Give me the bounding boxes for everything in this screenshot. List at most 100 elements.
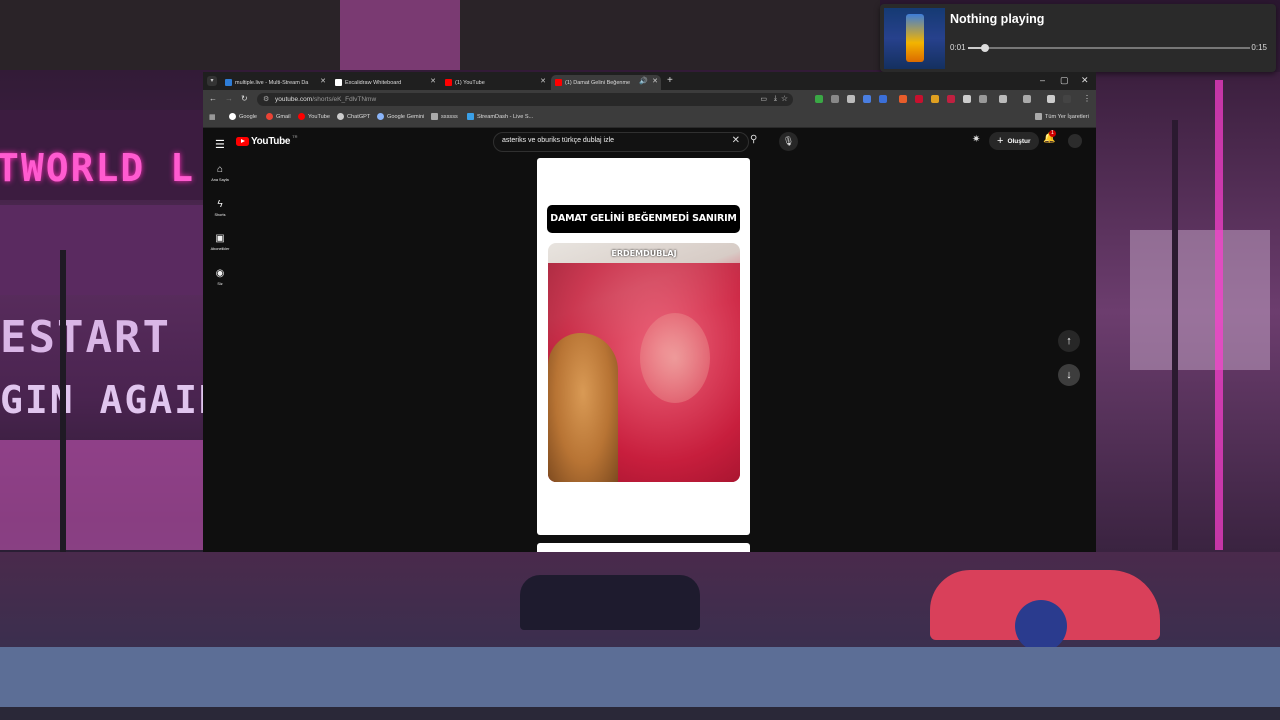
subscriptions-icon: ▣ xyxy=(215,233,225,244)
studio-icon[interactable]: ✷ xyxy=(972,134,980,145)
browser-menu-icon[interactable]: ⋮ xyxy=(1083,94,1091,103)
search-input[interactable]: asteriks ve oburiks türkçe dublaj izle ✕ xyxy=(493,132,749,152)
neon-sign-mid1: ESTART xyxy=(0,312,171,363)
bookmark-label: ChatGPT xyxy=(347,113,371,120)
download-icon[interactable]: ⤓ xyxy=(774,95,777,103)
neon-sign-mid2: GIN AGAIN xyxy=(0,378,224,422)
bookmark-label: Google Gemini xyxy=(387,113,425,120)
close-tab-icon[interactable]: ✕ xyxy=(652,77,658,85)
album-art xyxy=(884,8,945,69)
bookmark-google[interactable]: Google xyxy=(229,113,257,120)
bookmark-gemini[interactable]: Google Gemini xyxy=(377,113,424,120)
notifications-bell-icon[interactable]: 🔔 1 xyxy=(1043,130,1056,144)
site-info-icon[interactable]: ⚙ xyxy=(263,95,269,103)
extension-icon[interactable] xyxy=(947,95,955,103)
media-elapsed: 0:01 xyxy=(950,43,966,52)
sidebar-item-shorts[interactable]: ϟ Shorts xyxy=(203,199,237,217)
extension-icon[interactable] xyxy=(815,95,823,103)
next-short-button[interactable]: ↓ xyxy=(1058,364,1080,386)
forward-button[interactable]: → xyxy=(225,94,233,103)
close-tab-icon[interactable]: ✕ xyxy=(430,77,436,85)
extension-icon[interactable] xyxy=(863,95,871,103)
ublock-icon[interactable] xyxy=(915,95,923,103)
create-button[interactable]: + Oluştur xyxy=(989,132,1039,150)
bookmark-star-icon[interactable]: ☆ xyxy=(781,94,788,103)
close-tab-icon[interactable]: ✕ xyxy=(320,77,326,85)
folder-icon xyxy=(1035,113,1042,120)
speaker-icon[interactable]: 🔊 xyxy=(639,77,648,85)
tab-label: multiple.live - Multi-Stream Da xyxy=(235,79,309,86)
gemini-icon xyxy=(377,113,384,120)
google-icon xyxy=(229,113,236,120)
profile-switch-icon[interactable] xyxy=(1023,95,1031,103)
multiple-live-favicon-icon xyxy=(225,79,232,86)
tab-strip: ▾ multiple.live - Multi-Stream Da ✕ Exca… xyxy=(203,72,1096,90)
browser-window: ▾ multiple.live - Multi-Stream Da ✕ Exca… xyxy=(203,72,1096,552)
maximize-button[interactable]: ▢ xyxy=(1060,75,1069,86)
next-short-preview[interactable] xyxy=(537,543,750,552)
apps-grid-icon[interactable]: ▦ xyxy=(209,113,216,121)
youtube-favicon-icon xyxy=(445,79,452,86)
menu-hamburger-icon[interactable]: ☰ xyxy=(215,138,225,151)
minimize-button[interactable]: – xyxy=(1040,75,1045,85)
all-bookmarks[interactable]: Tüm Yer İşaretleri xyxy=(1035,113,1089,120)
media-progress-knob[interactable] xyxy=(980,44,989,52)
extensions-puzzle-icon[interactable] xyxy=(999,95,1007,103)
sidebar-item-you[interactable]: ◉ Siz xyxy=(203,268,237,286)
tab-search-icon[interactable]: ▾ xyxy=(207,76,217,86)
extension-icon[interactable] xyxy=(979,95,987,103)
shorts-icon: ϟ xyxy=(217,199,223,210)
shorts-video-player[interactable]: DAMAT GELİNİ BEĞENMEDİ SANIRIM ERDEMDUBL… xyxy=(537,158,750,535)
extension-icon[interactable] xyxy=(847,95,855,103)
new-tab-button[interactable]: + xyxy=(667,75,673,86)
media-duration: 0:15 xyxy=(1251,43,1267,52)
close-tab-icon[interactable]: ✕ xyxy=(540,77,546,85)
youtube-logo[interactable]: YouTube TR xyxy=(236,134,298,147)
bookmark-chatgpt[interactable]: ChatGPT xyxy=(337,113,370,120)
previous-short-button[interactable]: ↑ xyxy=(1058,330,1080,352)
url-path: /shorts/eK_FdlvTNmw xyxy=(312,95,377,103)
youtube-play-icon xyxy=(236,137,249,146)
media-progress-bar[interactable] xyxy=(968,44,1250,52)
tab-youtube[interactable]: (1) YouTube ✕ xyxy=(441,75,549,90)
extension-icon[interactable] xyxy=(879,95,887,103)
omnibox[interactable]: ⚙ youtube.com/shorts/eK_FdlvTNmw ▭ ⤓ ☆ xyxy=(257,93,793,106)
search-query: asteriks ve oburiks türkçe dublaj izle xyxy=(502,137,615,144)
sidebar-item-subscriptions[interactable]: ▣ Abonelikler xyxy=(203,233,237,251)
create-label: Oluştur xyxy=(1007,137,1031,145)
bookmark-gmail[interactable]: Gmail xyxy=(266,113,291,120)
folder-icon xyxy=(431,113,438,120)
clear-search-icon[interactable]: ✕ xyxy=(732,135,740,146)
tab-multiple-live[interactable]: multiple.live - Multi-Stream Da ✕ xyxy=(221,75,329,90)
notification-badge: 1 xyxy=(1049,130,1056,137)
bookmark-label: StreamDash - Live S... xyxy=(477,113,534,120)
avatar[interactable] xyxy=(1063,95,1071,103)
reload-button[interactable]: ↻ xyxy=(241,94,248,103)
bookmark-label: Google xyxy=(239,113,258,120)
tab-label: (1) Damat Gelini Beğenme xyxy=(565,79,631,86)
bookmark-label: YouTube xyxy=(308,113,330,120)
cast-icon[interactable]: ▭ xyxy=(760,95,767,103)
sidebar-item-home[interactable]: ⌂ Ana Sayfa xyxy=(203,164,237,182)
extension-icon[interactable] xyxy=(963,95,971,103)
bookmark-streamdash[interactable]: StreamDash - Live S... xyxy=(467,113,533,120)
tab-active-short[interactable]: (1) Damat Gelini Beğenme 🔊 ✕ xyxy=(551,75,661,90)
avatar[interactable] xyxy=(1068,134,1082,148)
close-window-button[interactable]: ✕ xyxy=(1081,75,1089,86)
address-bar: ← → ↻ ⚙ youtube.com/shorts/eK_FdlvTNmw ▭… xyxy=(203,90,1096,109)
youtube-icon xyxy=(298,113,305,120)
extension-icon[interactable] xyxy=(931,95,939,103)
bookmarks-bar: ▦ Google Gmail YouTube ChatGPT Google Ge… xyxy=(203,109,1096,128)
bookmark-youtube[interactable]: YouTube xyxy=(298,113,330,120)
all-bookmarks-label: Tüm Yer İşaretleri xyxy=(1045,113,1089,120)
microphone-icon[interactable]: 🎙 xyxy=(779,132,798,151)
search-icon[interactable]: ⚲ xyxy=(750,134,757,145)
extension-icon[interactable] xyxy=(899,95,907,103)
extension-icon[interactable] xyxy=(831,95,839,103)
tab-excalidraw[interactable]: Excalidraw Whiteboard ✕ xyxy=(331,75,439,90)
video-caption-banner: DAMAT GELİNİ BEĞENMEDİ SANIRIM xyxy=(547,205,740,233)
back-button[interactable]: ← xyxy=(209,94,217,103)
reading-list-icon[interactable] xyxy=(1047,95,1055,103)
country-code: TR xyxy=(292,134,298,139)
bookmark-folder[interactable]: ssssss xyxy=(431,113,458,120)
